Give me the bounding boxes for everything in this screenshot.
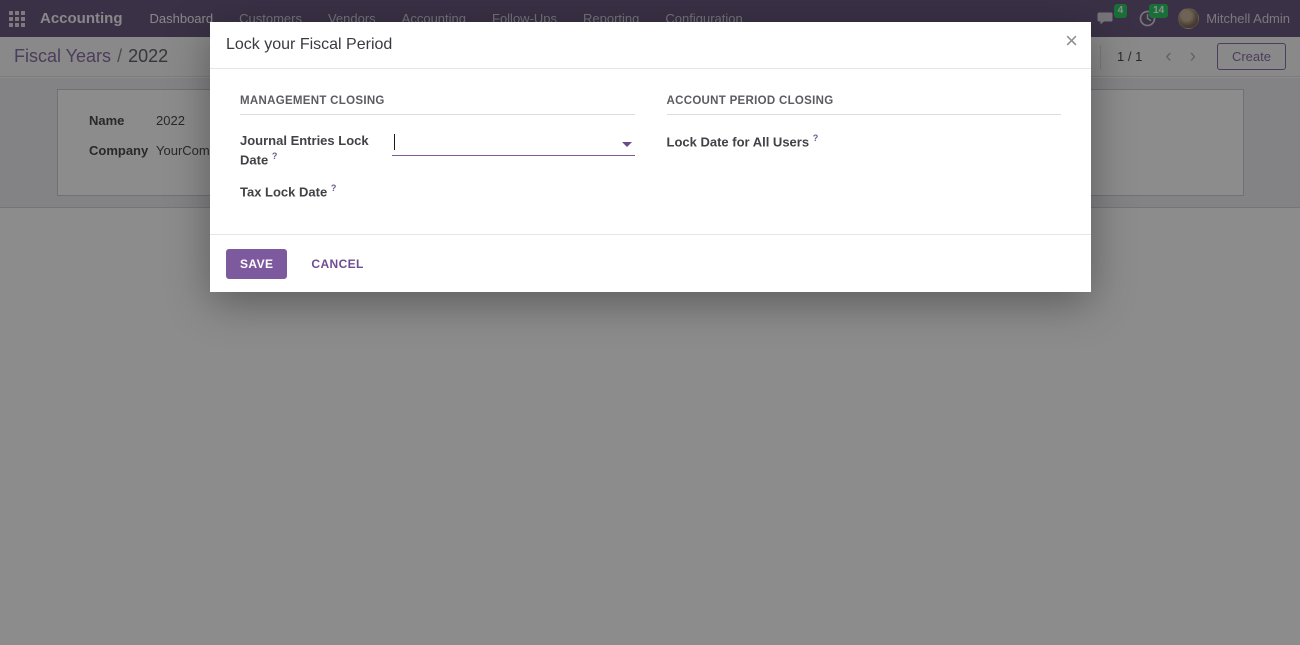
screen: Accounting Dashboard Customers Vendors A…	[0, 0, 1300, 645]
dialog-title: Lock your Fiscal Period	[226, 36, 1075, 54]
account-period-closing-section: ACCOUNT PERIOD CLOSING Lock Date for All…	[667, 95, 1062, 234]
dialog-header: Lock your Fiscal Period ×	[210, 22, 1091, 69]
section-title-management-closing: MANAGEMENT CLOSING	[240, 95, 635, 115]
journal-entries-lock-date-input[interactable]	[392, 132, 635, 154]
help-icon[interactable]: ?	[331, 183, 337, 193]
datepicker-caret-icon[interactable]	[622, 142, 632, 147]
tax-lock-date-label: Tax Lock Date ?	[240, 182, 392, 201]
close-icon[interactable]: ×	[1065, 30, 1078, 52]
label-text: Tax Lock Date	[240, 185, 327, 200]
cancel-button[interactable]: CANCEL	[301, 250, 373, 278]
section-title-account-period-closing: ACCOUNT PERIOD CLOSING	[667, 95, 1062, 115]
save-button[interactable]: SAVE	[226, 249, 287, 279]
label-text: Lock Date for All Users	[667, 134, 810, 149]
dialog-footer: SAVE CANCEL	[210, 234, 1091, 292]
tax-lock-date-field: Tax Lock Date ?	[240, 182, 635, 201]
label-text: Journal Entries Lock Date	[240, 133, 369, 167]
help-icon[interactable]: ?	[272, 151, 278, 161]
dialog-body: MANAGEMENT CLOSING Journal Entries Lock …	[210, 69, 1091, 234]
lock-date-all-users-field: Lock Date for All Users ?	[667, 132, 1062, 151]
help-icon[interactable]: ?	[813, 133, 819, 143]
lock-date-all-users-label: Lock Date for All Users ?	[667, 132, 819, 151]
journal-entries-lock-date-field: Journal Entries Lock Date ?	[240, 132, 635, 168]
text-cursor	[394, 134, 395, 150]
journal-entries-lock-date-input-wrap	[392, 132, 635, 156]
lock-fiscal-period-dialog: Lock your Fiscal Period × MANAGEMENT CLO…	[210, 22, 1091, 292]
management-closing-section: MANAGEMENT CLOSING Journal Entries Lock …	[240, 95, 635, 234]
journal-entries-lock-date-label: Journal Entries Lock Date ?	[240, 132, 392, 168]
